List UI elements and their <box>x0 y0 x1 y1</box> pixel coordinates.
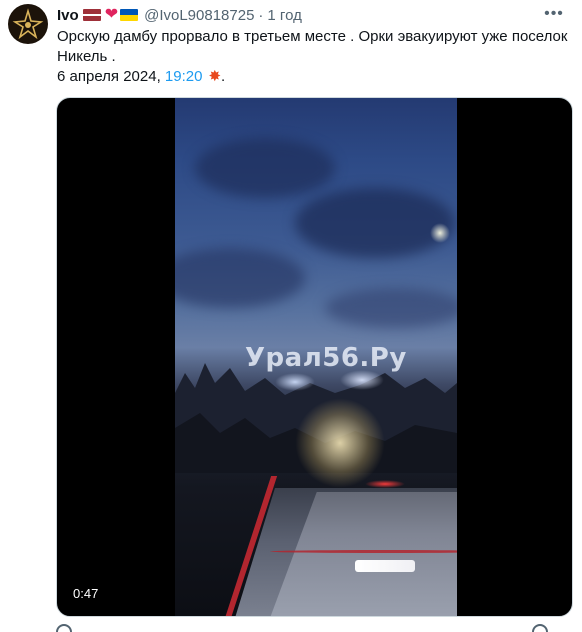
flag-latvia-icon <box>82 9 101 21</box>
tweet-time-ago[interactable]: 1 год <box>267 7 301 24</box>
video-frame: Урал56.Ру <box>175 98 457 616</box>
tweet-actions <box>56 624 573 632</box>
reply-icon[interactable] <box>56 624 72 632</box>
tweet-date-line: 6 апреля 2024, 19:20 ✸. <box>57 67 225 87</box>
headlight <box>340 370 384 390</box>
video-player[interactable]: Урал56.Ру 0:47 <box>56 97 573 617</box>
cloud-shape <box>175 248 305 308</box>
tail-light <box>365 480 405 488</box>
headlight <box>275 373 315 391</box>
separator-dot: · <box>258 6 264 24</box>
avatar[interactable] <box>8 4 48 44</box>
vehicle-roof <box>355 560 415 572</box>
street-lamp <box>430 223 450 243</box>
tweet-header: Ivo ❤ @IvoL90818725 · 1 год <box>57 5 302 25</box>
video-watermark: Урал56.Ру <box>245 343 407 373</box>
tweet: Ivo ❤ @IvoL90818725 · 1 год ••• Орскую д… <box>0 0 582 632</box>
tweet-time-link[interactable]: 19:20 <box>165 68 203 85</box>
tweet-text: Орскую дамбу прорвало в третьем месте . … <box>57 28 568 65</box>
author-display-name[interactable]: Ivo <box>57 7 79 24</box>
cloud-shape <box>195 138 335 198</box>
video-duration: 0:47 <box>73 586 99 601</box>
vehicle-glow <box>295 398 385 488</box>
share-icon[interactable] <box>532 624 548 632</box>
more-dots-icon: ••• <box>544 5 564 22</box>
flag-ukraine-icon <box>120 9 139 21</box>
more-options-button[interactable]: ••• <box>542 4 566 24</box>
author-handle[interactable]: @IvoL90818725 <box>144 7 254 24</box>
avatar-emblem-icon <box>9 5 47 43</box>
cloud-shape <box>295 188 455 258</box>
cloud-shape <box>325 288 457 328</box>
red-heart-icon: ❤ <box>104 6 119 23</box>
collision-icon: ✸ <box>208 68 222 85</box>
tweet-date: 6 апреля 2024, <box>57 68 165 85</box>
tweet-date-suffix: . <box>221 68 226 85</box>
